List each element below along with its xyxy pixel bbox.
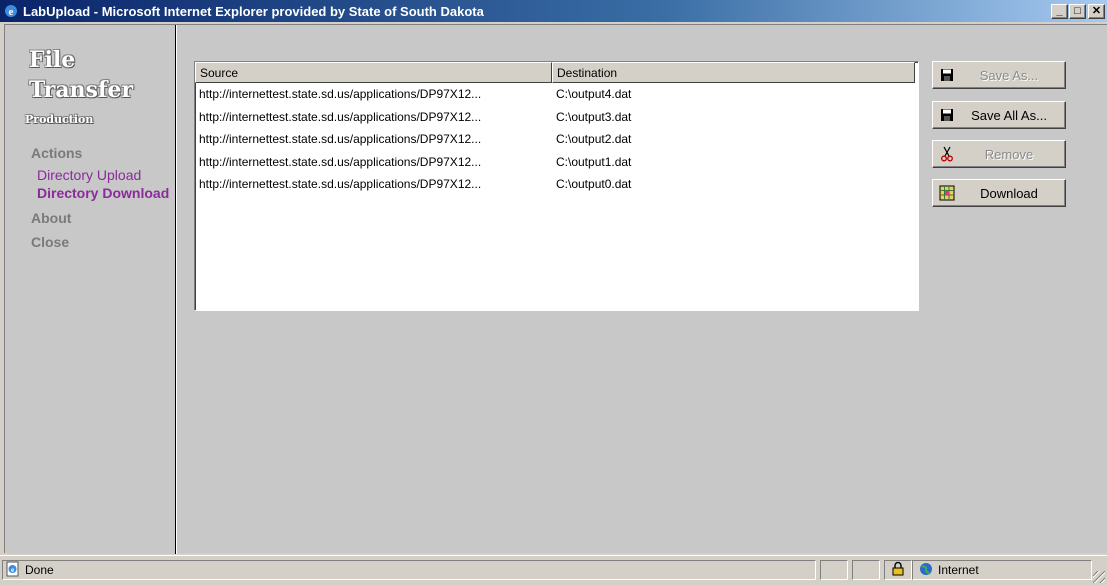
table-row[interactable]: http://internettest.state.sd.us/applicat… [195,106,918,129]
status-pane [820,560,848,580]
row-source: http://internettest.state.sd.us/applicat… [199,109,482,124]
globe-icon [919,562,933,579]
table-row[interactable]: http://internettest.state.sd.us/applicat… [195,173,918,196]
status-bar: e Done Internet [0,555,1107,585]
save-as-label: Save As... [979,67,1039,83]
minimize-button[interactable]: _ [1051,3,1068,19]
svg-text:e: e [11,566,14,574]
row-destination: C:\output0.dat [556,177,632,192]
sidebar-divider [175,25,177,554]
maximize-icon: □ [1074,4,1081,17]
row-destination: C:\output4.dat [556,87,632,102]
security-pane[interactable] [884,560,912,580]
brand-transfer: Transfer [29,77,134,103]
status-main-pane: e Done [2,560,816,580]
zone-text: Internet [938,563,979,577]
row-source: http://internettest.state.sd.us/applicat… [199,87,482,102]
row-source: http://internettest.state.sd.us/applicat… [199,154,482,169]
title-bar: e LabUpload - Microsoft Internet Explore… [0,0,1107,22]
scissors-icon [939,146,955,162]
row-destination: C:\output1.dat [556,154,632,169]
zone-pane[interactable]: Internet [912,560,1092,580]
table-row[interactable]: http://internettest.state.sd.us/applicat… [195,128,918,151]
row-source: http://internettest.state.sd.us/applicat… [199,177,482,192]
download-button[interactable]: Download [932,179,1066,207]
save-all-as-button[interactable]: Save All As... [932,101,1066,129]
remove-label: Remove [984,146,1034,162]
table-row[interactable]: http://internettest.state.sd.us/applicat… [195,83,918,106]
column-header-destination[interactable]: Destination [552,62,915,83]
download-label: Download [980,185,1038,201]
list-header: Source Destination [195,62,918,83]
close-button[interactable]: ✕ [1088,3,1105,19]
nav-actions-heading: Actions [31,145,83,161]
save-all-as-label: Save All As... [971,107,1047,123]
page-content: File Transfer Production Actions Directo… [4,24,1107,554]
floppy-disk-icon [939,107,955,123]
table-row[interactable]: http://internettest.state.sd.us/applicat… [195,151,918,174]
window-title: LabUpload - Microsoft Internet Explorer … [23,3,484,19]
sidebar: File Transfer Production Actions Directo… [9,25,175,554]
status-text: Done [25,563,54,577]
brand-production: Production [25,113,94,126]
brand-file: File [29,47,76,73]
save-as-button[interactable]: Save As... [932,61,1066,89]
transfer-list[interactable]: Source Destination http://internettest.s… [194,61,919,311]
remove-button[interactable]: Remove [932,140,1066,168]
close-icon: ✕ [1091,4,1102,17]
status-pane [852,560,880,580]
nav-directory-upload[interactable]: Directory Upload [37,167,141,183]
row-destination: C:\output2.dat [556,132,632,147]
ie-icon: e [3,3,19,19]
row-destination: C:\output3.dat [556,109,632,124]
svg-text:e: e [9,6,14,18]
row-source: http://internettest.state.sd.us/applicat… [199,132,482,147]
ie-page-icon: e [5,561,21,580]
nav-about[interactable]: About [31,210,71,226]
download-grid-icon [939,185,955,201]
nav-close[interactable]: Close [31,234,69,250]
lock-icon [891,561,905,579]
column-header-source[interactable]: Source [195,62,552,83]
maximize-button[interactable]: □ [1069,3,1086,19]
minimize-icon: _ [1056,4,1063,17]
resize-grip[interactable] [1093,571,1105,583]
floppy-disk-icon [939,67,955,83]
nav-directory-download[interactable]: Directory Download [37,185,173,201]
